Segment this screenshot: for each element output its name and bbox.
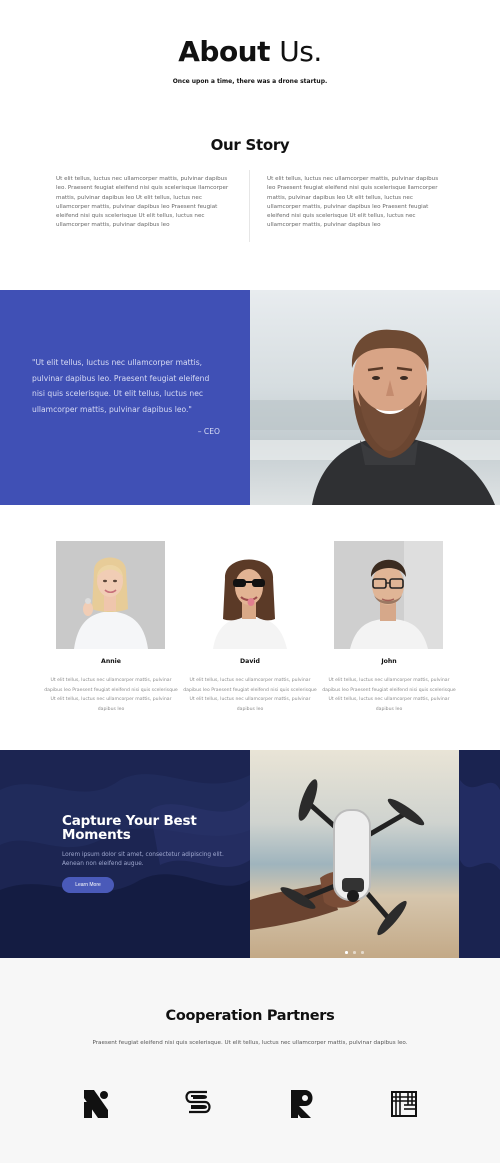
team-photo-david xyxy=(195,541,304,649)
s-loop-logo[interactable] xyxy=(183,1088,213,1120)
hero-section: About Us. Once upon a time, there was a … xyxy=(0,0,500,110)
slider-dot-1[interactable] xyxy=(345,951,348,954)
team-photo-john xyxy=(334,541,443,649)
r-block-logo[interactable] xyxy=(289,1088,319,1120)
title-bold-word: About xyxy=(178,35,271,68)
story-left-paragraph: Ut elit tellus, luctus nec ullamcorper m… xyxy=(56,176,229,229)
team-name-annie: Annie xyxy=(101,658,121,665)
capture-heading: Capture Your Best Moments xyxy=(62,813,197,843)
story-divider xyxy=(249,170,250,242)
slider-dot-3[interactable] xyxy=(361,951,364,954)
quote-author: – CEO xyxy=(197,427,220,436)
team-photo-annie xyxy=(56,541,165,649)
story-right-paragraph: Ut elit tellus, luctus nec ullamcorper m… xyxy=(267,176,439,229)
story-heading: Our Story xyxy=(210,136,290,154)
slider-dot-2[interactable] xyxy=(353,951,356,954)
team-bio-john: Ut elit tellus, luctus nec ullamcorper m… xyxy=(322,678,456,712)
ceo-photo xyxy=(250,290,500,505)
partners-description: Praesent feugiat eleifend nisi quis scel… xyxy=(92,1040,408,1046)
hero-subtitle: Once upon a time, there was a drone star… xyxy=(172,78,328,85)
partners-section xyxy=(0,958,500,1163)
team-name-david: David xyxy=(240,658,260,665)
title-light-word: Us. xyxy=(279,35,322,68)
drone-slide-image[interactable] xyxy=(250,750,459,958)
team-bio-annie: Ut elit tellus, luctus nec ullamcorper m… xyxy=(44,678,178,712)
team-name-john: John xyxy=(381,658,397,665)
partners-heading: Cooperation Partners xyxy=(165,1008,335,1024)
learn-more-button[interactable]: Learn More xyxy=(62,877,114,893)
n-block-logo[interactable] xyxy=(82,1088,112,1120)
slider-pagination xyxy=(345,951,365,955)
page-title: About Us. xyxy=(0,35,500,68)
quote-text: "Ut elit tellus, luctus nec ullamcorper … xyxy=(32,358,210,414)
square-lines-logo[interactable] xyxy=(389,1088,419,1120)
capture-description: Lorem ipsum dolor sit amet, consectetur … xyxy=(62,852,224,867)
team-bio-david: Ut elit tellus, luctus nec ullamcorper m… xyxy=(183,678,317,712)
